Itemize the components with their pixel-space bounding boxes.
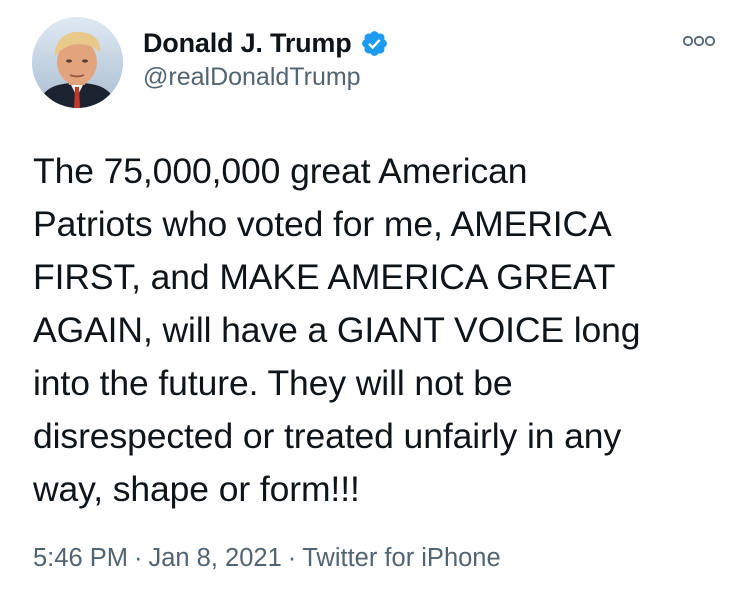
tweet-text-line: Patriots who voted for me, AMERICA — [33, 204, 612, 244]
meta-separator: · — [287, 544, 297, 572]
tweet-text-line: AGAIN, will have a GIANT VOICE long — [33, 310, 641, 350]
avatar-image — [32, 17, 123, 108]
verified-badge-icon — [360, 29, 389, 58]
author-display-name[interactable]: Donald J. Trump — [143, 28, 352, 59]
avatar[interactable] — [32, 17, 123, 108]
tweet-text-line: way, shape or form!!! — [33, 469, 360, 509]
tweet-text-line: FIRST, and MAKE AMERICA GREAT — [33, 257, 616, 297]
tweet-metadata: 5:46 PM · Jan 8, 2021 · Twitter for iPhone — [33, 544, 501, 573]
tweet-source[interactable]: Twitter for iPhone — [302, 544, 500, 572]
tweet-text-line: disrespected or treated unfairly in any — [33, 416, 622, 456]
tweet-text-line: The 75,000,000 great American — [33, 151, 528, 191]
tweet-text: The 75,000,000 great American Patriots w… — [33, 145, 733, 516]
tweet-card: Donald J. Trump @realDonaldTrump The 75,… — [0, 0, 750, 603]
tweet-date[interactable]: Jan 8, 2021 — [148, 544, 281, 572]
more-options-icon[interactable] — [681, 33, 717, 49]
author-handle[interactable]: @realDonaldTrump — [143, 63, 389, 92]
meta-separator: · — [133, 544, 143, 572]
name-row: Donald J. Trump — [143, 26, 389, 60]
tweet-time[interactable]: 5:46 PM — [33, 544, 128, 572]
tweet-text-line: into the future. They will not be — [33, 363, 513, 403]
tweet-header: Donald J. Trump @realDonaldTrump — [143, 26, 389, 92]
